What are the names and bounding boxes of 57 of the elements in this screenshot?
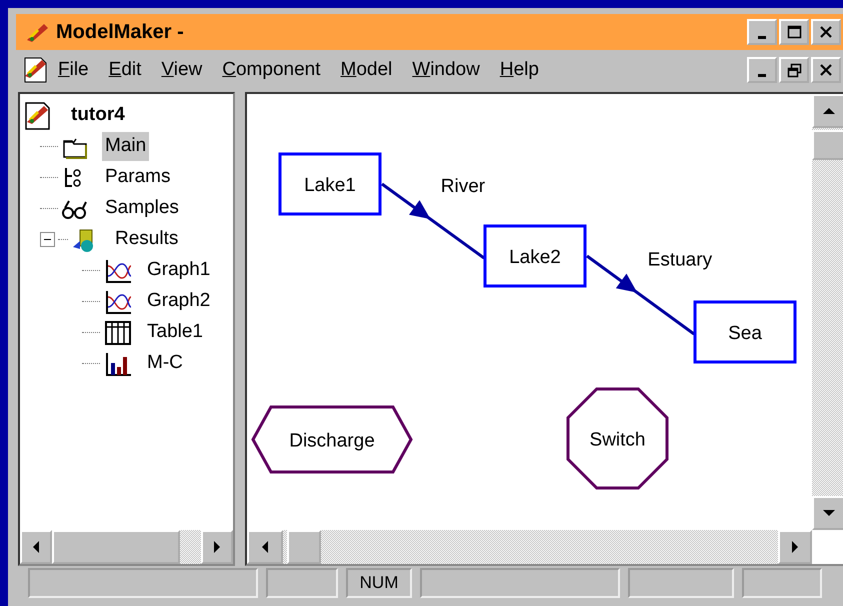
tree-item[interactable]: Graph2	[144, 287, 214, 316]
horizontal-scrollbar[interactable]	[247, 530, 812, 564]
tree-item[interactable]: Main	[102, 132, 150, 161]
tree-item[interactable]: Graph1	[144, 256, 214, 285]
menu-item[interactable]: Help	[490, 56, 549, 84]
maximize-button[interactable]	[779, 19, 809, 45]
tree-item[interactable]: Samples	[102, 194, 182, 223]
close-icon	[818, 62, 834, 78]
menu-item[interactable]: File	[48, 56, 99, 84]
vertical-scrollbar[interactable]	[812, 94, 843, 530]
bar-chart-icon	[104, 350, 132, 376]
diagram-node[interactable]: Lake2	[484, 224, 586, 288]
tree-item[interactable]: tutor4	[68, 101, 128, 130]
horizontal-scrollbar[interactable]	[20, 530, 233, 564]
diagram-node[interactable]: Lake1	[278, 152, 382, 216]
scroll-thumb[interactable]	[52, 530, 180, 564]
menu-item[interactable]: Edit	[98, 56, 152, 84]
menu-item[interactable]: Model	[330, 56, 402, 84]
tree-item[interactable]: Table1	[144, 318, 206, 347]
status-panel	[266, 568, 338, 598]
num-lock-indicator: NUM	[346, 568, 412, 598]
scroll-left-button[interactable]	[20, 530, 52, 564]
scroll-thumb[interactable]	[812, 130, 843, 160]
tree-item[interactable]: Params	[102, 163, 174, 192]
minimize-icon	[758, 36, 766, 38]
document-icon[interactable]	[22, 56, 48, 84]
line-graph-icon	[104, 288, 132, 314]
scroll-down-button[interactable]	[812, 496, 843, 530]
menu-item[interactable]: View	[151, 56, 212, 84]
minimize-button[interactable]	[747, 57, 777, 83]
scroll-right-button[interactable]	[778, 530, 812, 564]
table-icon	[104, 320, 132, 346]
line-graph-icon	[104, 258, 132, 284]
diagram-node[interactable]: Discharge	[251, 406, 413, 474]
minimize-button[interactable]	[747, 19, 777, 45]
minimize-icon	[758, 74, 766, 76]
close-icon	[818, 24, 834, 40]
model-icon	[24, 102, 52, 130]
diagram-node[interactable]: Sea	[694, 300, 796, 364]
restore-button[interactable]	[779, 57, 809, 83]
menu-item[interactable]: Component	[212, 56, 330, 84]
restore-icon	[786, 62, 802, 78]
scroll-right-button[interactable]	[201, 530, 233, 564]
window-title: ModelMaker -	[56, 20, 185, 45]
expand-toggle[interactable]	[40, 232, 55, 247]
diagram-node[interactable]: Switch	[566, 388, 668, 490]
scroll-left-button[interactable]	[247, 530, 283, 564]
scroll-thumb[interactable]	[287, 530, 321, 564]
maximize-icon	[786, 24, 802, 40]
scroll-up-button[interactable]	[812, 94, 843, 128]
flow-label: Estuary	[648, 250, 712, 271]
tree-item[interactable]: Results	[112, 225, 182, 254]
tree-item[interactable]: M-C	[144, 349, 186, 378]
close-button[interactable]	[811, 57, 841, 83]
menu-item[interactable]: Window	[402, 56, 490, 84]
flow-label: River	[440, 176, 486, 198]
close-button[interactable]	[811, 19, 841, 45]
